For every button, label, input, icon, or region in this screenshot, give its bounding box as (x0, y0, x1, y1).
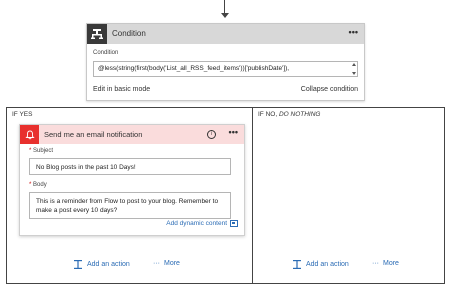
add-action-icon (293, 260, 301, 269)
body-value: This is a reminder from Flow to post to … (36, 198, 219, 214)
dynamic-content-icon (230, 220, 238, 227)
info-icon[interactable]: i (207, 130, 216, 139)
condition-card[interactable]: Condition ••• Condition @less(string(fir… (86, 23, 365, 101)
condition-header[interactable]: Condition ••• (87, 24, 364, 44)
no-add-action-label: Add an action (306, 261, 349, 268)
no-more-button[interactable]: ··· More (372, 260, 399, 267)
email-action-title: Send me an email notification (44, 130, 143, 139)
subject-field[interactable]: No Blog posts in the past 10 Days! (29, 158, 231, 175)
more-icon: ··· (372, 260, 379, 267)
no-more-label: More (383, 260, 399, 267)
condition-icon (87, 24, 107, 44)
body-label: * Body (29, 182, 47, 188)
email-action-card[interactable]: Send me an email notification i ••• * Su… (19, 124, 245, 236)
scroll-up-icon[interactable] (352, 63, 356, 66)
no-add-action-button[interactable]: Add an action (293, 260, 349, 269)
connector-line (224, 0, 225, 13)
condition-menu-icon[interactable]: ••• (349, 27, 358, 37)
body-field[interactable]: This is a reminder from Flow to post to … (29, 192, 231, 219)
scroll-down-icon[interactable] (352, 72, 356, 75)
condition-expression-text: @less(string(first(body('List_all_RSS_fe… (98, 65, 290, 72)
if-no-branch: IF NO, DO NOTHING Add an action ··· More (252, 107, 445, 284)
email-action-header[interactable]: Send me an email notification i ••• (20, 125, 244, 144)
subject-label: * Subject (29, 148, 54, 154)
yes-add-action-label: Add an action (87, 261, 130, 268)
add-action-icon (74, 260, 82, 269)
yes-more-label: More (164, 260, 180, 267)
if-no-title: IF NO, DO NOTHING (258, 111, 321, 118)
bell-icon (20, 125, 39, 144)
condition-title: Condition (112, 29, 146, 38)
add-dynamic-content-link[interactable]: Add dynamic content (166, 220, 238, 227)
more-icon: ··· (153, 260, 160, 267)
subject-value: No Blog posts in the past 10 Days! (36, 164, 136, 171)
collapse-condition-link[interactable]: Collapse condition (301, 86, 358, 93)
connector-arrow-icon (221, 13, 229, 18)
condition-field-label: Condition (93, 50, 119, 56)
yes-more-button[interactable]: ··· More (153, 260, 180, 267)
edit-basic-mode-link[interactable]: Edit in basic mode (93, 86, 150, 93)
email-action-menu-icon[interactable]: ••• (229, 127, 238, 137)
condition-expression-input[interactable]: @less(string(first(body('List_all_RSS_fe… (93, 61, 358, 77)
yes-add-action-button[interactable]: Add an action (74, 260, 130, 269)
if-yes-branch: IF YES Send me an email notification i •… (6, 107, 254, 284)
if-yes-title: IF YES (12, 111, 33, 118)
